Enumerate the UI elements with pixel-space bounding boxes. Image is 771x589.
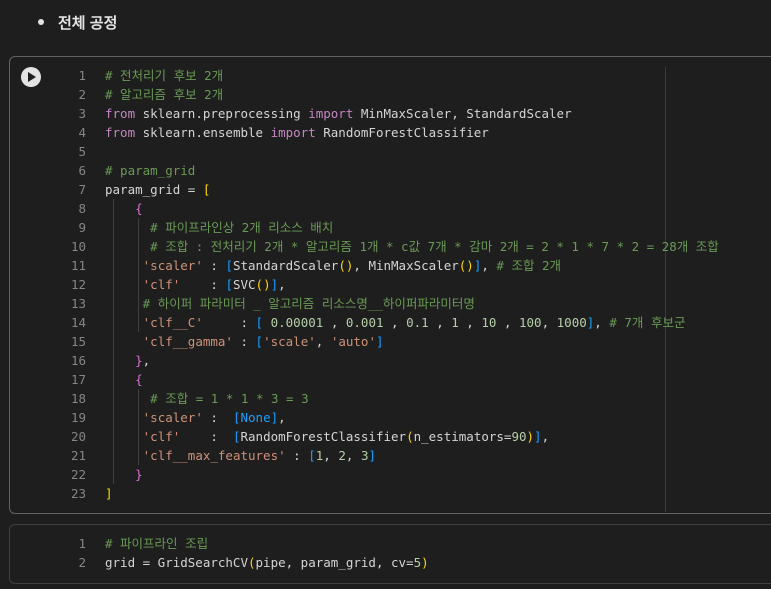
code-text[interactable]: } (105, 465, 143, 484)
code-text[interactable]: from sklearn.ensemble import RandomFores… (105, 123, 489, 142)
code-text[interactable]: # 파이프라인 조립 (105, 534, 208, 553)
line-number: 23 (70, 486, 86, 501)
code-text[interactable]: # 조합 : 전처리기 2개 * 알고리즘 1개 * c값 7개 * 감마 2개… (105, 237, 719, 256)
line-number: 4 (78, 125, 86, 140)
column-ruler (665, 67, 666, 512)
code-text[interactable]: }, (105, 351, 150, 370)
code-text[interactable]: from sklearn.preprocessing import MinMax… (105, 104, 572, 123)
code-text[interactable]: 'clf' : [SVC()], (105, 275, 286, 294)
code-text[interactable]: { (105, 370, 143, 389)
code-text[interactable]: # 파이프라인상 2개 리소스 배치 (105, 218, 333, 237)
line-number: 19 (70, 410, 86, 425)
line-number: 22 (70, 467, 86, 482)
line-number: 12 (70, 277, 86, 292)
line-number: 6 (78, 163, 86, 178)
line-number: 10 (70, 239, 86, 254)
line-number: 13 (70, 296, 86, 311)
code-text[interactable]: # 전처리기 후보 2개 (105, 66, 223, 85)
code-text[interactable]: 'scaler' : [None], (105, 408, 286, 427)
code-cell-1[interactable]: 1 # 전처리기 후보 2개 2 # 알고리즘 후보 2개 3 from sklearn.… (9, 56, 771, 514)
code-text[interactable]: ] (105, 484, 113, 503)
line-number: 20 (70, 429, 86, 444)
code-text[interactable]: 'scaler' : [StandardScaler(), MinMaxScal… (105, 256, 561, 275)
section-heading: 전체 공정 (38, 10, 117, 34)
line-number: 11 (70, 258, 86, 273)
line-number: 9 (78, 220, 86, 235)
line-number: 3 (78, 106, 86, 121)
line-number: 2 (78, 555, 86, 570)
code-text[interactable]: # 조합 = 1 * 1 * 3 = 3 (105, 389, 308, 408)
code-text[interactable]: 'clf__max_features' : [1, 2, 3] (105, 446, 376, 465)
heading-text: 전체 공정 (58, 14, 118, 32)
code-text[interactable]: param_grid = [ (105, 180, 210, 199)
code-text[interactable]: 'clf__C' : [ 0.00001 , 0.001 , 0.1 , 1 ,… (105, 313, 686, 332)
code-text[interactable]: 'clf' : [RandomForestClassifier(n_estima… (105, 427, 549, 446)
play-icon (28, 72, 36, 82)
line-number: 21 (70, 448, 86, 463)
code-cell-2[interactable]: 1 # 파이프라인 조립 2 grid = GridSearchCV(pipe, pa… (9, 524, 771, 584)
code-text[interactable]: grid = GridSearchCV(pipe, param_grid, cv… (105, 553, 429, 572)
code-text[interactable]: # 알고리즘 후보 2개 (105, 85, 223, 104)
code-text[interactable]: { (105, 199, 143, 218)
line-number: 1 (78, 68, 86, 83)
line-number: 15 (70, 334, 86, 349)
code-text[interactable]: 'clf__gamma' : ['scale', 'auto'] (105, 332, 384, 351)
code-text[interactable]: # param_grid (105, 161, 195, 180)
line-number: 14 (70, 315, 86, 330)
line-number: 17 (70, 372, 86, 387)
line-number: 1 (78, 536, 86, 551)
line-number: 7 (78, 182, 86, 197)
line-number: 5 (78, 144, 86, 159)
run-cell-button[interactable] (21, 67, 41, 87)
bullet-icon (38, 19, 44, 25)
code-text[interactable]: # 하이퍼 파라미터 _ 알고리즘 리소스명__하이퍼파라미터명 (105, 294, 475, 313)
line-number: 2 (78, 87, 86, 102)
line-number: 8 (78, 201, 86, 216)
line-number: 16 (70, 353, 86, 368)
line-number: 18 (70, 391, 86, 406)
